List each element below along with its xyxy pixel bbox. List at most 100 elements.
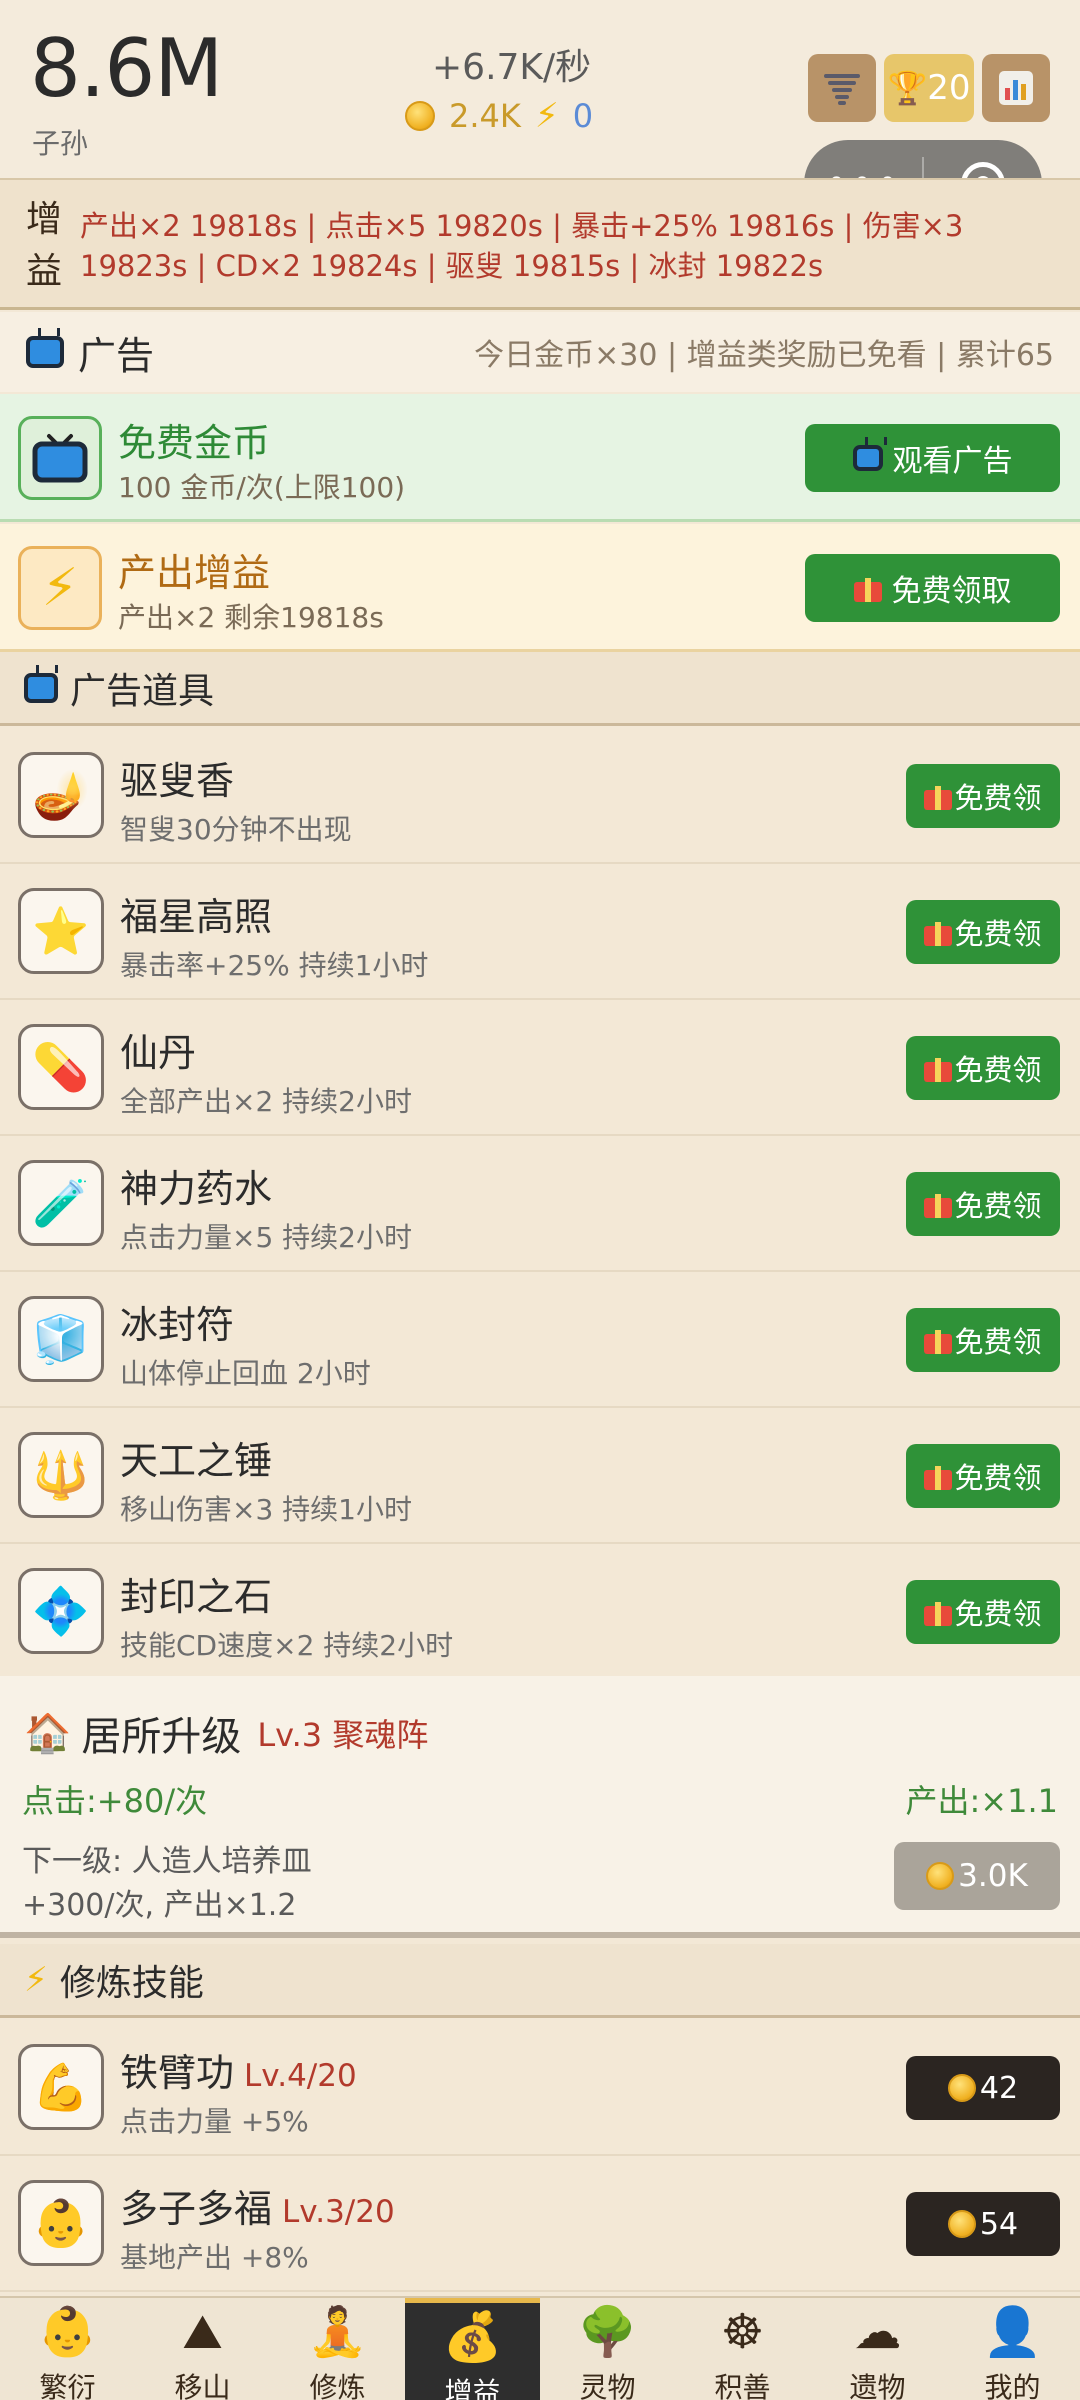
skill-row: 💪 铁臂功 Lv.4/20 点击力量 +5% 42 [0, 2020, 1080, 2156]
energy-amount: 0 [572, 97, 594, 135]
nav-item[interactable]: 💰 增益 [405, 2298, 540, 2400]
skill-cost: 54 [979, 2206, 1019, 2242]
ad-item-desc: 山体停止回血 2小时 [120, 1357, 371, 1390]
free-coins-title: 免费金币 [118, 421, 271, 465]
skills-title: 修炼技能 [59, 1962, 204, 2004]
active-buffs-bar: 增益 产出×2 19818s | 点击×5 19820s | 暴击+25% 19… [0, 178, 1080, 310]
baby-icon: 👶 [18, 2180, 104, 2266]
residence-level: Lv.3 聚魂阵 [257, 1716, 429, 1754]
hammer-icon: 🔱 [18, 1432, 104, 1518]
tornado-button[interactable] [808, 54, 876, 122]
coin-icon [405, 101, 435, 131]
nav-item[interactable]: ☸ 积善 [675, 2298, 810, 2400]
ad-item-row: 💠 封印之石 技能CD速度×2 持续2小时 免费领 [0, 1544, 1080, 1680]
claim-free-button[interactable]: 免费领取 [805, 554, 1060, 622]
residence-click-bonus: 点击:+80/次 [22, 1782, 208, 1820]
nav-item[interactable]: ⛰ 移山 [135, 2298, 270, 2400]
watch-ad-label: 观看广告 [892, 444, 1013, 479]
gift-icon [853, 574, 882, 602]
claim-item-label: 免费领 [954, 781, 1042, 815]
meditation-icon: 🧘 [307, 2304, 368, 2360]
nav-label: 灵物 [579, 2371, 636, 2400]
skills-header: ⚡ 修炼技能 [0, 1944, 1080, 2018]
claim-item-button[interactable]: 免费领 [906, 1580, 1060, 1644]
claim-free-label: 免费领取 [891, 574, 1012, 609]
nav-label: 增益 [444, 2376, 501, 2400]
dharma-wheel-icon: ☸ [720, 2304, 765, 2360]
skill-name: 铁臂功 [120, 2051, 235, 2095]
nav-item[interactable]: 👤 我的 [945, 2298, 1080, 2400]
nav-label: 我的 [984, 2371, 1041, 2400]
coin-icon [926, 1862, 955, 1890]
gift-icon [924, 1326, 953, 1354]
ice-cube-icon: 🧊 [18, 1296, 104, 1382]
claim-item-button[interactable]: 免费领 [906, 1308, 1060, 1372]
bottom-nav: 👶 繁衍 ⛰ 移山 🧘 修炼 💰 增益 🌳 灵物 ☸ 积善 ☁ 遗物 👤 我的 [0, 2296, 1080, 2400]
ad-section-title: 广告 [78, 333, 155, 378]
ad-stats: 今日金币×30 | 增益类奖励已免看 | 累计65 [474, 338, 1054, 373]
nav-label: 修炼 [309, 2371, 366, 2400]
ad-items-header: 广告道具 [0, 652, 1080, 726]
ad-section-header: 广告 今日金币×30 | 增益类奖励已免看 | 累计65 [0, 312, 1080, 392]
watch-ad-button[interactable]: 观看广告 [805, 424, 1060, 492]
bar-chart-icon [999, 71, 1033, 105]
output-buff-row: ⚡ 产出增益 产出×2 剩余19818s 免费领取 [0, 524, 1080, 652]
tv-icon [24, 672, 58, 703]
money-bag-icon: 💰 [442, 2309, 503, 2365]
claim-item-button[interactable]: 免费领 [906, 900, 1060, 964]
claim-item-label: 免费领 [954, 917, 1042, 951]
skill-cost: 42 [979, 2070, 1019, 2106]
trophy-button[interactable]: 🏆 20 [884, 54, 974, 122]
coin-amount: 2.4K [449, 97, 521, 135]
potion-icon: 🧪 [18, 1160, 104, 1246]
ad-item-name: 福星高照 [120, 895, 273, 939]
tv-icon [18, 416, 102, 500]
stats-button[interactable] [982, 54, 1050, 122]
coin-icon [947, 2210, 976, 2238]
header-buttons: 🏆 20 [808, 54, 1050, 122]
skill-row: 👶 多子多福 Lv.3/20 基地产出 +8% 54 [0, 2156, 1080, 2292]
trophy-icon: 🏆 [887, 69, 928, 107]
nav-item[interactable]: 👶 繁衍 [0, 2298, 135, 2400]
ad-item-desc: 移山伤害×3 持续1小时 [120, 1493, 412, 1526]
skill-level: Lv.3/20 [282, 2194, 395, 2230]
ad-item-desc: 智叟30分钟不出现 [120, 813, 352, 846]
output-buff-desc: 产出×2 剩余19818s [118, 601, 384, 634]
nav-item[interactable]: 🌳 灵物 [540, 2298, 675, 2400]
nav-item[interactable]: 🧘 修炼 [270, 2298, 405, 2400]
ad-item-name: 封印之石 [120, 1575, 273, 1619]
claim-item-button[interactable]: 免费领 [906, 764, 1060, 828]
tv-icon [852, 445, 883, 471]
buffs-title: 增益 [26, 199, 63, 292]
claim-item-label: 免费领 [954, 1461, 1042, 1495]
residence-upgrade-panel: 🏠 居所升级 Lv.3 聚魂阵 点击:+80/次 产出:×1.1 下一级: 人造… [0, 1676, 1080, 1938]
gift-icon [924, 1190, 953, 1218]
nav-label: 繁衍 [39, 2371, 96, 2400]
lightning-icon: ⚡ [18, 546, 102, 630]
free-coins-desc: 100 金币/次(上限100) [118, 471, 406, 504]
nav-label: 移山 [174, 2371, 231, 2400]
claim-item-button[interactable]: 免费领 [906, 1444, 1060, 1508]
skill-name-row: 多子多福 Lv.3/20 [120, 2178, 395, 2233]
arm-icon: 💪 [18, 2044, 104, 2130]
skill-upgrade-button[interactable]: 42 [906, 2056, 1060, 2120]
ad-item-name: 天工之锤 [120, 1439, 273, 1483]
buffs-list: 产出×2 19818s | 点击×5 19820s | 暴击+25% 19816… [80, 209, 964, 283]
gift-icon [924, 1598, 953, 1626]
tv-icon [26, 336, 64, 368]
seal-stone-icon: 💠 [18, 1568, 104, 1654]
residence-output-bonus: 产出:×1.1 [905, 1782, 1059, 1820]
claim-item-button[interactable]: 免费领 [906, 1172, 1060, 1236]
claim-item-label: 免费领 [954, 1325, 1042, 1359]
output-buff-title: 产出增益 [118, 551, 271, 595]
residence-upgrade-button[interactable]: 3.0K [894, 1842, 1060, 1910]
ad-item-desc: 点击力量×5 持续2小时 [120, 1221, 412, 1254]
claim-item-button[interactable]: 免费领 [906, 1036, 1060, 1100]
cloud-icon: ☁ [853, 2304, 902, 2360]
tree-icon: 🌳 [577, 2304, 638, 2360]
pill-icon: 💊 [18, 1024, 104, 1110]
skill-upgrade-button[interactable]: 54 [906, 2192, 1060, 2256]
nav-item[interactable]: ☁ 遗物 [810, 2298, 945, 2400]
gift-icon [924, 1462, 953, 1490]
lightning-icon: ⚡ [24, 1959, 48, 2000]
